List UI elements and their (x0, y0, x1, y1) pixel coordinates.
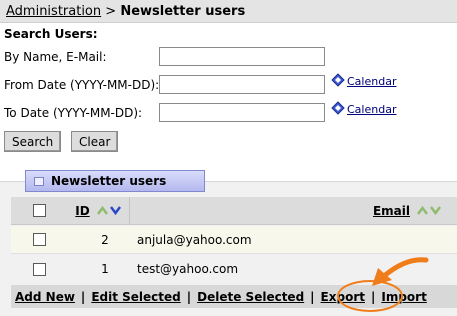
row-checkbox[interactable] (32, 262, 46, 276)
id-cell: 1 (67, 255, 129, 283)
row-checkbox[interactable] (32, 233, 46, 246)
sort-descending-icon[interactable] (109, 206, 121, 215)
sort-ascending-icon[interactable] (417, 206, 428, 215)
email-cell: anjula@yahoo.com (137, 226, 447, 253)
sort-ascending-icon[interactable] (96, 206, 108, 215)
to-date-calendar[interactable]: Calendar (331, 101, 396, 116)
select-all-cell (11, 197, 67, 224)
tab-icon (34, 176, 44, 186)
row-select-cell (11, 226, 67, 253)
id-header: ID (67, 197, 129, 224)
from-date-label: From Date (YYYY-MM-DD): (4, 78, 160, 92)
calendar-icon[interactable] (331, 73, 345, 88)
name-email-label: By Name, E-Mail: (4, 50, 107, 64)
action-separator: | (186, 289, 192, 304)
page-title: Newsletter users (120, 4, 246, 19)
breadcrumb-separator: > (105, 4, 117, 19)
search-button[interactable]: Search (4, 131, 62, 152)
id-sort-link[interactable]: ID (75, 204, 89, 218)
delete-selected-link[interactable]: Delete Selected (197, 290, 304, 304)
highlight-arrow-icon (372, 257, 429, 286)
from-date-calendar-link[interactable]: Calendar (347, 75, 396, 88)
row-select-cell (11, 255, 67, 283)
id-cell: 2 (67, 226, 129, 253)
edit-selected-link[interactable]: Edit Selected (91, 290, 180, 304)
breadcrumb-bar: Administration > Newsletter users (0, 0, 457, 23)
to-date-label: To Date (YYYY-MM-DD): (4, 106, 143, 120)
add-new-link[interactable]: Add New (15, 290, 75, 304)
action-separator: | (80, 289, 86, 304)
from-date-calendar[interactable]: Calendar (331, 73, 396, 88)
action-separator: | (310, 289, 315, 304)
table-row[interactable]: 2 anjula@yahoo.com (11, 226, 457, 254)
to-date-calendar-link[interactable]: Calendar (347, 103, 396, 116)
id-value: 1 (101, 262, 109, 276)
email-value: test@yahoo.com (137, 262, 239, 276)
sort-descending-icon[interactable] (430, 206, 441, 215)
clear-button[interactable]: Clear (71, 131, 119, 152)
tab-label: Newsletter users (51, 174, 167, 188)
breadcrumb: Administration > Newsletter users (6, 4, 245, 19)
email-header: Email (137, 197, 447, 224)
search-users-title: Search Users: (4, 27, 98, 41)
id-value: 2 (101, 232, 109, 247)
column-divider (129, 197, 130, 224)
grid-header-row: ID Email (11, 197, 457, 225)
to-date-input[interactable] (159, 103, 325, 122)
select-all-checkbox[interactable] (32, 204, 46, 217)
email-value: anjula@yahoo.com (137, 232, 252, 247)
email-sort-link[interactable]: Email (373, 204, 410, 218)
name-email-input[interactable] (159, 47, 325, 66)
from-date-input[interactable] (159, 75, 325, 94)
breadcrumb-administration-link[interactable]: Administration (6, 4, 101, 19)
newsletter-users-tab[interactable]: Newsletter users (25, 170, 205, 192)
calendar-icon[interactable] (331, 101, 345, 116)
